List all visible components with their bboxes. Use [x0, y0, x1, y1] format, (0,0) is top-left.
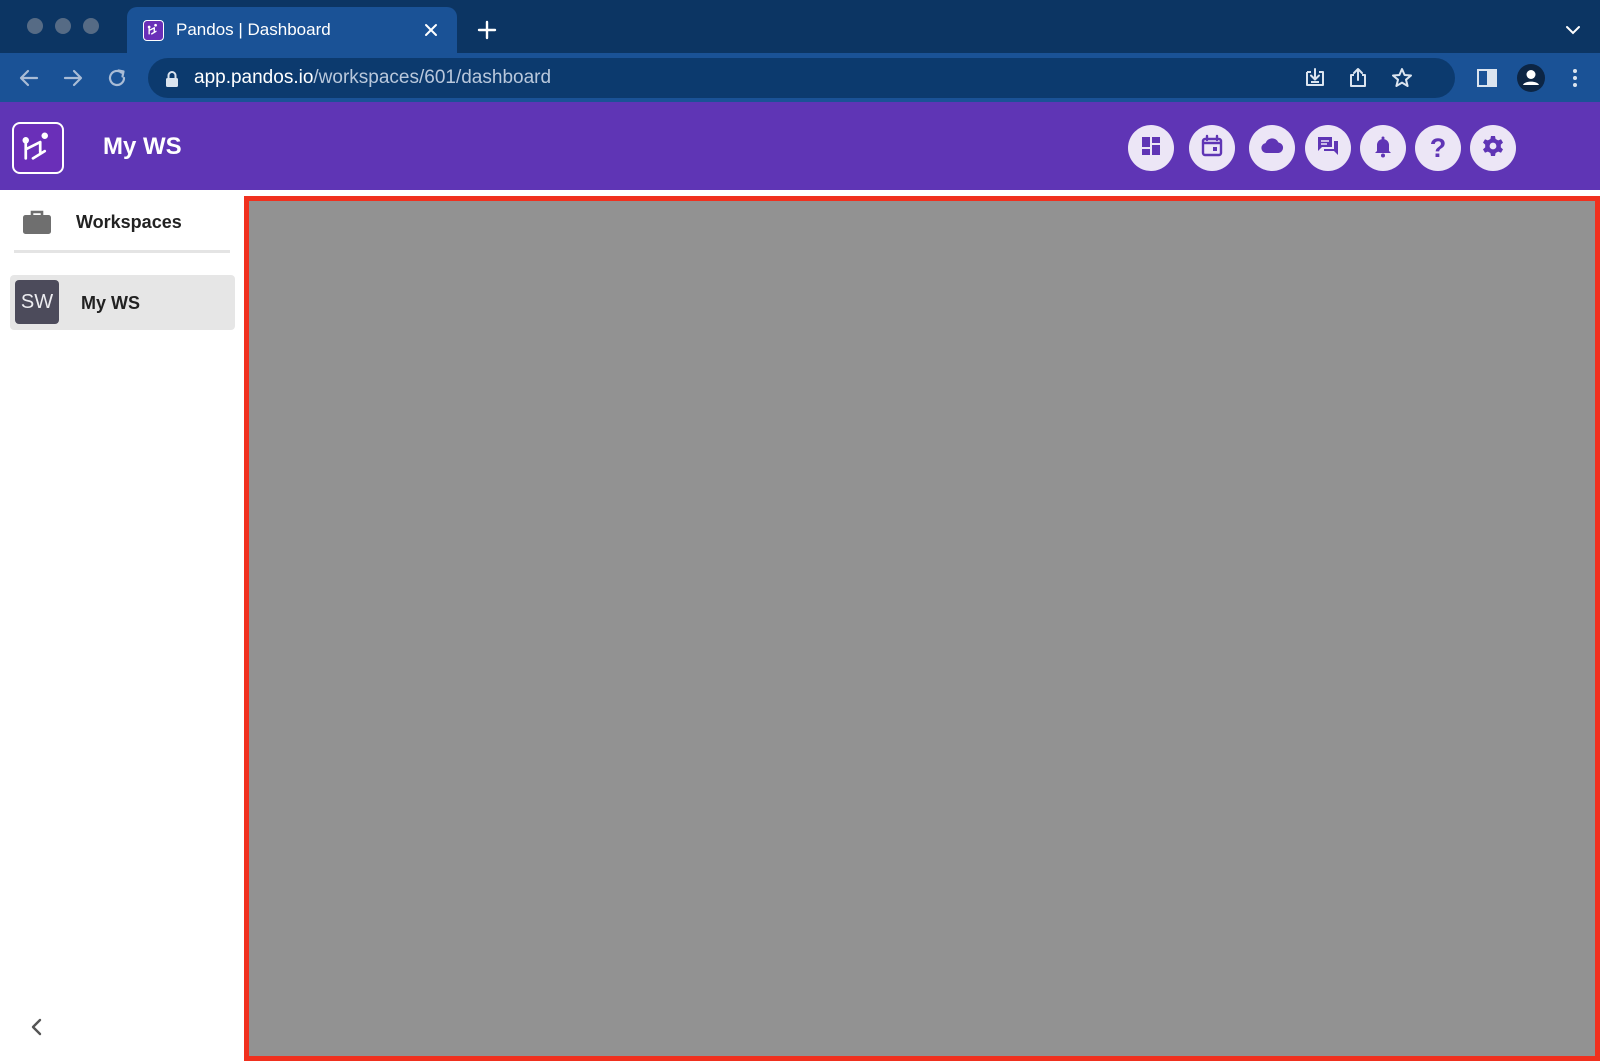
profile-icon[interactable] [1516, 63, 1546, 93]
pandos-logo-icon[interactable] [12, 122, 64, 174]
dashboard-button[interactable] [1128, 125, 1174, 171]
workspace-title: My WS [103, 133, 182, 160]
share-icon[interactable] [1346, 66, 1370, 90]
sidebar-divider [14, 250, 230, 253]
bookmark-star-icon[interactable] [1390, 66, 1414, 90]
tab-search-chevron-icon[interactable] [1561, 20, 1585, 40]
dashboard-icon [1138, 133, 1164, 164]
help-icon: ? [1429, 133, 1447, 163]
notifications-button[interactable] [1360, 125, 1406, 171]
window-minimize-dot[interactable] [55, 18, 71, 34]
workspace-avatar: SW [15, 280, 59, 324]
forward-arrow-icon[interactable] [60, 65, 86, 91]
help-button[interactable]: ? [1415, 125, 1461, 171]
browser-tab-active[interactable]: Pandos | Dashboard [127, 7, 457, 53]
url-host: app.pandos.io [194, 67, 314, 88]
collapse-sidebar-chevron-icon[interactable] [26, 1016, 48, 1038]
calendar-button[interactable] [1189, 125, 1235, 171]
briefcase-icon [22, 209, 52, 235]
settings-button[interactable] [1470, 125, 1516, 171]
new-tab-plus-icon[interactable] [474, 17, 500, 43]
sidebar-workspaces-header[interactable]: Workspaces [0, 190, 244, 250]
tab-close-icon[interactable] [420, 19, 442, 41]
sidebar-item-label: My WS [81, 293, 141, 313]
pandos-favicon-icon [143, 20, 164, 41]
app-header: My WS ? [0, 102, 1600, 190]
sidebar-item-my-ws[interactable]: SW My WS [10, 275, 235, 330]
side-panel-icon[interactable] [1474, 65, 1500, 91]
window-zoom-dot[interactable] [83, 18, 99, 34]
dashboard-content-area[interactable] [244, 196, 1600, 1061]
cloud-icon [1259, 133, 1285, 164]
notifications-bell-icon [1370, 133, 1396, 164]
lock-icon[interactable] [164, 70, 180, 88]
settings-gear-icon [1480, 133, 1506, 164]
reload-icon[interactable] [104, 65, 130, 91]
chat-icon [1315, 133, 1341, 164]
url-text[interactable]: app.pandos.io/workspaces/601/dashboard [194, 67, 551, 89]
tab-title: Pandos | Dashboard [176, 20, 331, 39]
cloud-button[interactable] [1249, 125, 1295, 171]
install-app-icon[interactable] [1303, 66, 1327, 90]
window-close-dot[interactable] [27, 18, 43, 34]
sidebar-header-label: Workspaces [76, 212, 182, 232]
address-bar[interactable]: app.pandos.io/workspaces/601/dashboard [148, 58, 1455, 98]
back-arrow-icon[interactable] [16, 65, 42, 91]
browser-toolbar: app.pandos.io/workspaces/601/dashboard [0, 53, 1600, 102]
chat-button[interactable] [1305, 125, 1351, 171]
sidebar: Workspaces SW My WS [0, 190, 244, 1061]
kebab-menu-icon[interactable] [1562, 65, 1588, 91]
url-path: /workspaces/601/dashboard [313, 67, 552, 88]
calendar-icon [1199, 133, 1225, 164]
browser-titlebar: Pandos | Dashboard [0, 0, 1600, 53]
